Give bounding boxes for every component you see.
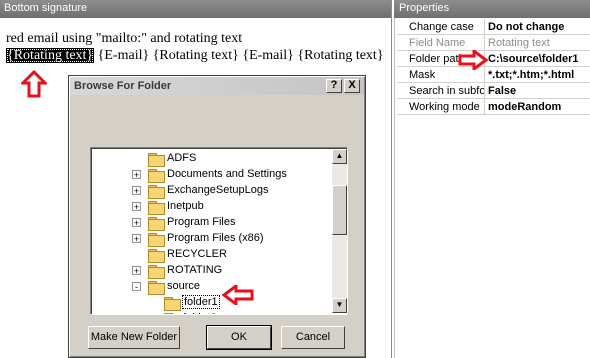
cancel-button[interactable]: Cancel [281, 326, 345, 349]
property-value[interactable]: *.txt;*.htm;*.html [484, 66, 590, 83]
editor-text-line-1[interactable]: red email using "mailto:" and rotating t… [6, 31, 242, 47]
property-row-change-case[interactable]: Change case Do not change [397, 19, 590, 35]
property-row-mask[interactable]: Mask *.txt;*.htm;*.html [397, 66, 590, 83]
close-button[interactable]: X [344, 79, 360, 93]
property-value[interactable]: Do not change [484, 19, 590, 35]
make-new-folder-button[interactable]: Make New Folder [88, 326, 180, 349]
editor-panel-header: Bottom signature [0, 0, 391, 18]
property-row-folder-path[interactable]: Folder path C:\source\folder1 [397, 50, 590, 67]
folder-icon [164, 297, 181, 311]
folder-icon [148, 185, 165, 199]
folder-icon [148, 201, 165, 215]
property-name: Change case [397, 19, 485, 35]
editor-text-line-2[interactable]: {Rotating text} {E-mail} {Rotating text}… [6, 48, 384, 64]
properties-grid: Change case Do not change Field Name Rot… [397, 19, 590, 115]
folder-icon [148, 265, 165, 279]
scrollbar-thumb[interactable] [332, 185, 347, 235]
open-folder-icon [148, 281, 165, 295]
scroll-up-icon[interactable]: ▲ [332, 149, 347, 164]
property-row-search-in-subfolders[interactable]: Search in subfolc False [397, 82, 590, 99]
red-right-arrow-icon [458, 50, 488, 70]
editor-line-2-rest: {E-mail} {Rotating text} {E-mail} {Rotat… [94, 48, 384, 63]
folder-icon [148, 153, 165, 167]
help-button[interactable]: ? [326, 79, 342, 93]
property-name: Field Name [397, 34, 485, 51]
collapse-icon[interactable]: - [132, 282, 141, 292]
expand-icon[interactable]: + [132, 218, 141, 228]
folder-icon [148, 217, 165, 231]
folder-icon [148, 249, 165, 263]
red-up-arrow-icon [21, 70, 47, 98]
property-value[interactable]: C:\source\folder1 [484, 50, 590, 67]
expand-icon[interactable]: + [132, 186, 141, 196]
dialog-title-bar: Browse For Folder [70, 77, 364, 95]
dialog-title: Browse For Folder [74, 80, 172, 92]
scroll-down-icon[interactable]: ▼ [332, 298, 347, 313]
selected-rotating-text-token[interactable]: {Rotating text} [6, 48, 95, 63]
folder-icon [148, 233, 165, 247]
property-name: Search in subfolc [397, 82, 485, 99]
ok-button[interactable]: OK [206, 325, 272, 350]
properties-panel-header: Properties [394, 0, 590, 18]
property-value[interactable]: False [484, 82, 590, 99]
folder-icon [164, 313, 180, 314]
expand-icon[interactable]: + [132, 266, 141, 276]
folder-tree[interactable]: ADFS + Documents and Settings + Exchange… [90, 147, 348, 315]
folder-icon [148, 169, 165, 183]
property-row-working-mode[interactable]: Working mode modeRandom [397, 98, 590, 115]
property-value[interactable]: modeRandom [484, 98, 590, 115]
red-left-arrow-icon [222, 285, 254, 305]
property-row-field-name: Field Name Rotating text [397, 34, 590, 51]
property-value: Rotating text [484, 34, 590, 51]
expand-icon[interactable]: + [132, 234, 141, 244]
property-name: Working mode [397, 98, 485, 115]
expand-icon[interactable]: + [132, 170, 141, 180]
expand-icon[interactable]: + [132, 202, 141, 212]
